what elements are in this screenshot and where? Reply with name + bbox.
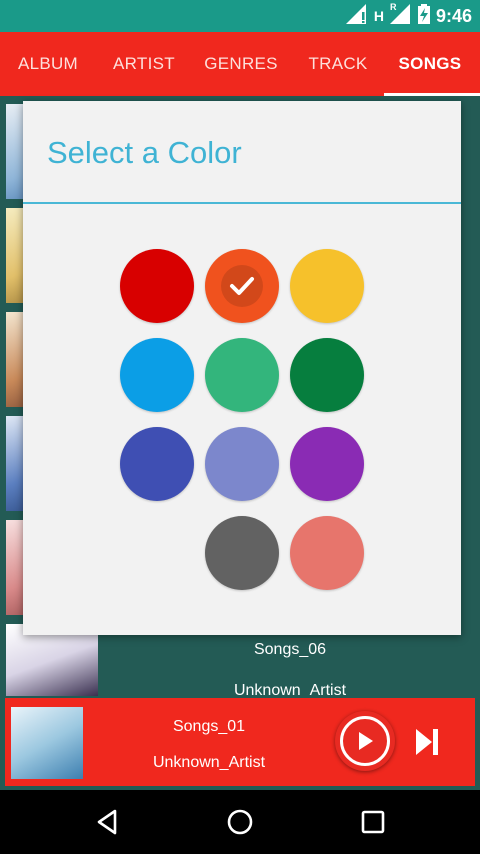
dialog-title: Select a Color — [47, 135, 242, 170]
color-swatch-amber[interactable] — [290, 249, 364, 323]
status-icons: H R 9:46 — [345, 1, 472, 29]
skip-next-button[interactable] — [409, 722, 445, 762]
color-swatch-green[interactable] — [205, 338, 279, 412]
list-item-artist: Unknown_Artist — [233, 682, 347, 696]
back-icon — [97, 809, 117, 835]
tab-artist[interactable]: ARTIST — [96, 32, 192, 96]
now-playing-panel[interactable]: Songs_01 Unknown_Artist — [5, 698, 475, 786]
color-swatch-salmon[interactable] — [290, 516, 364, 590]
selected-indicator — [221, 265, 263, 307]
dialog-divider — [23, 202, 461, 204]
color-swatch-deep-orange[interactable] — [205, 249, 279, 323]
play-icon — [340, 716, 390, 766]
color-swatch-periwinkle[interactable] — [205, 427, 279, 501]
tab-songs[interactable]: SONGS — [384, 32, 476, 96]
color-swatch-dark-green[interactable] — [290, 338, 364, 412]
recents-icon — [361, 810, 385, 834]
signal-roaming-icon: R — [389, 1, 412, 29]
network-type-label: H — [373, 8, 384, 24]
tab-bar: ALBUM ARTIST GENRES TRACK SONGS — [0, 32, 480, 96]
checkmark-icon — [230, 277, 254, 295]
color-swatch-red[interactable] — [120, 249, 194, 323]
recents-button[interactable] — [355, 804, 391, 840]
now-playing-artist: Unknown_Artist — [152, 754, 266, 771]
navigation-bar — [0, 790, 480, 854]
back-button[interactable] — [89, 804, 125, 840]
now-playing-album-art[interactable] — [11, 707, 83, 779]
roaming-label: R — [389, 1, 397, 12]
play-button[interactable] — [335, 711, 395, 771]
color-picker-dialog: Select a Color — [23, 101, 461, 635]
color-swatch-purple[interactable] — [290, 427, 364, 501]
signal-icon — [345, 3, 368, 29]
status-bar: H R 9:46 — [0, 0, 480, 32]
now-playing-title: Songs_01 — [172, 718, 246, 735]
color-swatch-light-blue[interactable] — [120, 338, 194, 412]
skip-next-icon — [416, 729, 438, 755]
now-playing-bar: Songs_01 Unknown_Artist — [0, 696, 480, 790]
tab-genres[interactable]: GENRES — [192, 32, 290, 96]
list-item-title: Songs_06 — [253, 641, 327, 658]
battery-charging-icon — [417, 3, 430, 29]
home-button[interactable] — [222, 804, 258, 840]
color-swatch-gray[interactable] — [205, 516, 279, 590]
tab-track[interactable]: TRACK — [290, 32, 386, 96]
tab-album[interactable]: ALBUM — [0, 32, 96, 96]
home-icon — [227, 809, 253, 835]
clock: 9:46 — [435, 5, 472, 26]
color-swatch-indigo[interactable] — [120, 427, 194, 501]
